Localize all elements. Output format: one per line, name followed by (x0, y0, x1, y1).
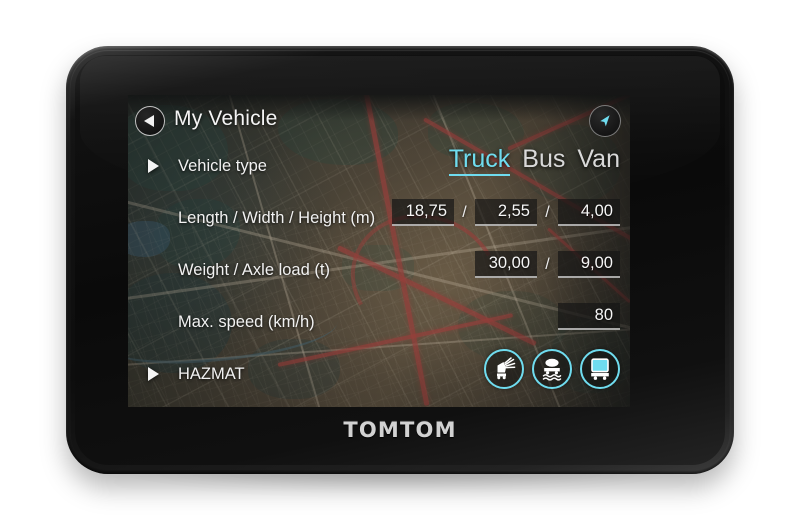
height-field[interactable]: 4,00 (558, 199, 620, 226)
row-label-vehicle-type: Vehicle type (178, 156, 267, 175)
brand-logo: TOMTOM (66, 418, 734, 442)
max-speed-fields: 80 (392, 303, 620, 330)
navigation-view-button[interactable] (589, 105, 621, 137)
back-button[interactable] (135, 106, 165, 136)
max-speed-field[interactable]: 80 (558, 303, 620, 330)
weight-fields: 30,00 / 9,00 (392, 251, 620, 278)
vehicle-settings-overlay: My Vehicle Vehicle type Length / Width /… (128, 95, 630, 407)
axle-load-field[interactable]: 9,00 (558, 251, 620, 278)
speed-row-spacer (475, 303, 537, 330)
dimension-fields: 18,75 / 2,55 / 4,00 (392, 199, 620, 226)
screenshot-root: My Vehicle Vehicle type Length / Width /… (0, 0, 800, 526)
row-label-weight: Weight / Axle load (t) (178, 260, 330, 279)
navigation-arrow-icon (600, 115, 610, 127)
device-screen[interactable]: My Vehicle Vehicle type Length / Width /… (128, 95, 630, 407)
speed-row-spacer (392, 303, 454, 330)
brand-logo-text: TOMTOM (343, 418, 457, 442)
dimension-separator: / (462, 203, 467, 221)
explosive-goods-icon (497, 357, 516, 380)
general-hazardous-goods-button[interactable] (580, 349, 620, 389)
page-title: My Vehicle (174, 107, 278, 130)
length-field[interactable]: 18,75 (392, 199, 454, 226)
vehicle-type-tabs: Truck Bus Van (448, 147, 620, 176)
water-pollutant-goods-button[interactable] (532, 349, 572, 389)
row-label-max-speed: Max. speed (km/h) (178, 312, 315, 331)
general-hazardous-goods-icon (591, 358, 609, 380)
hazmat-class-buttons (484, 349, 620, 389)
water-pollutant-goods-icon (542, 358, 562, 381)
tab-bus[interactable]: Bus (522, 147, 565, 176)
chevron-right-icon (148, 159, 159, 173)
tab-van[interactable]: Van (577, 147, 620, 176)
weight-row-spacer (392, 251, 454, 278)
width-field[interactable]: 2,55 (475, 199, 537, 226)
explosive-goods-button[interactable] (484, 349, 524, 389)
row-label-hazmat: HAZMAT (178, 364, 245, 383)
gross-weight-field[interactable]: 30,00 (475, 251, 537, 278)
row-label-dimensions: Length / Width / Height (m) (178, 208, 376, 227)
gps-device-body: My Vehicle Vehicle type Length / Width /… (66, 46, 734, 474)
tab-truck[interactable]: Truck (448, 147, 511, 176)
weight-separator: / (545, 255, 550, 273)
back-arrow-icon (144, 115, 154, 127)
chevron-right-icon (148, 367, 159, 381)
dimension-separator: / (545, 203, 550, 221)
